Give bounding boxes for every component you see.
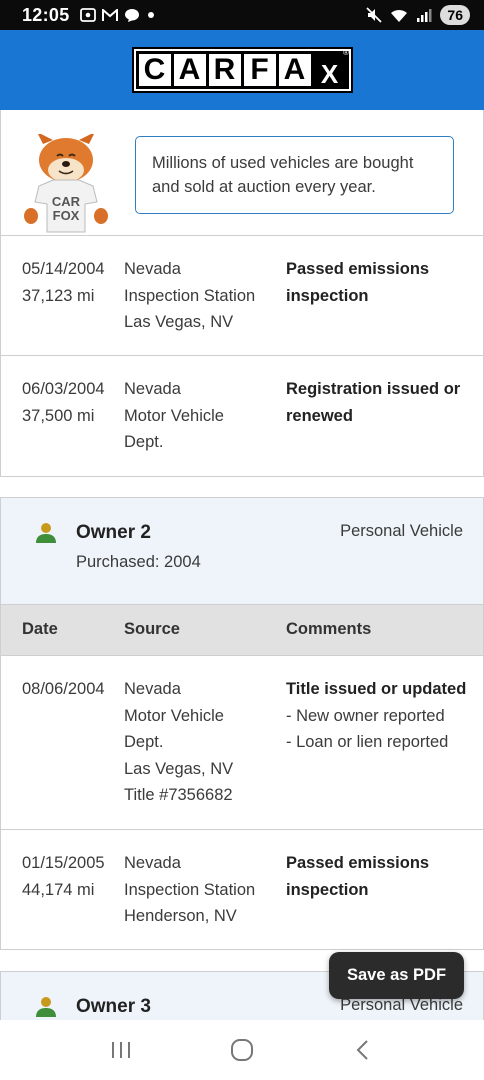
record-comment-title: Passed emissions inspection: [286, 260, 430, 305]
record-mileage: 37,123 mi: [22, 286, 95, 305]
record-comment-title: Registration issued or renewed: [286, 380, 461, 425]
dot-icon: [147, 12, 154, 18]
person-icon: [36, 523, 56, 543]
home-icon[interactable]: [230, 1038, 254, 1062]
record-source-line: Title #7356682: [124, 786, 233, 805]
record-mileage: 44,174 mi: [22, 880, 95, 899]
record-source-line: Henderson, NV: [124, 907, 237, 926]
fox-tip-bubble: Millions of used vehicles are bought and…: [135, 136, 454, 214]
record-source-line: Nevada: [124, 260, 181, 278]
logo-letter: R: [208, 54, 241, 86]
record-source-line: Las Vegas, NV: [124, 759, 234, 778]
record-source-line: Dept.: [124, 433, 164, 452]
record-comment-detail: - Loan or lien reported: [286, 733, 449, 752]
record-source-line: Motor Vehicle: [124, 706, 224, 725]
signal-icon: [417, 9, 432, 22]
logo-letter: C: [138, 54, 171, 86]
logo-letter: F: [243, 54, 276, 86]
mute-icon: [366, 7, 383, 23]
fox-shirt-text: CAR: [52, 194, 81, 209]
owner-purchased: Purchased: 2004: [76, 553, 201, 571]
record-date: 06/03/2004: [22, 380, 105, 398]
history-record: 01/15/2005 44,174 mi Nevada Inspection S…: [0, 830, 484, 950]
owner-vehicle-type: Personal Vehicle: [340, 522, 463, 540]
column-header-date: Date: [22, 620, 58, 638]
record-comment-title: Title issued or updated: [286, 680, 467, 698]
record-source-line: Nevada: [124, 854, 181, 872]
wifi-icon: [391, 9, 408, 22]
column-header-source: Source: [124, 620, 180, 638]
recent-apps-icon[interactable]: [109, 1039, 133, 1061]
record-comment-detail: - New owner reported: [286, 706, 445, 725]
record-date: 05/14/2004: [22, 260, 105, 278]
logo-letter: X: [313, 54, 346, 89]
record-source-line: Inspection Station: [124, 880, 256, 899]
history-record: 08/06/2004 Nevada Motor Vehicle Dept. La…: [0, 656, 484, 830]
screenshot-icon: [79, 8, 96, 22]
fox-shirt-text: FOX: [53, 208, 80, 223]
system-nav-bar: [0, 1020, 484, 1080]
battery-icon: 76: [440, 5, 470, 25]
logo-letter: A: [278, 54, 311, 86]
record-source-line: Nevada: [124, 680, 181, 698]
column-header-comments: Comments: [286, 620, 372, 638]
record-date: 08/06/2004: [22, 680, 105, 698]
save-as-pdf-button[interactable]: Save as PDF: [329, 952, 464, 999]
record-date: 01/15/2005: [22, 854, 105, 872]
carfax-logo[interactable]: C A R F A X: [131, 47, 353, 93]
record-source-line: Motor Vehicle: [124, 406, 224, 425]
record-source-line: Inspection Station: [124, 286, 256, 305]
history-record: 06/03/2004 37,500 mi Nevada Motor Vehicl…: [0, 356, 484, 477]
gmail-icon: [101, 8, 118, 21]
record-source-line: Nevada: [124, 380, 181, 398]
person-icon: [36, 997, 56, 1017]
status-bar: 12:05 76: [0, 0, 484, 30]
record-source-line: Dept.: [124, 733, 164, 752]
registered-mark: ®: [343, 48, 349, 57]
owner-2-header: Owner 2 Purchased: 2004 Personal Vehicle: [0, 497, 484, 605]
fox-tip-section: CAR FOX Millions of used vehicles are bo…: [0, 110, 484, 236]
owner-title: Owner 2: [76, 522, 151, 543]
history-record: 05/14/2004 37,123 mi Nevada Inspection S…: [0, 236, 484, 356]
messages-icon: [124, 8, 139, 22]
report-content[interactable]: CAR FOX Millions of used vehicles are bo…: [0, 110, 484, 1020]
history-table-header: Date Source Comments: [0, 604, 484, 656]
record-source-line: Las Vegas, NV: [124, 313, 234, 332]
back-icon[interactable]: [351, 1038, 375, 1062]
status-time: 12:05: [22, 4, 70, 25]
logo-letter: A: [173, 54, 206, 86]
record-mileage: 37,500 mi: [22, 406, 95, 425]
owner-title: Owner 3: [76, 996, 151, 1017]
record-comment-title: Passed emissions inspection: [286, 854, 430, 899]
app-header: C A R F A X ®: [0, 30, 484, 110]
carfox-mascot-icon: CAR FOX: [24, 134, 108, 233]
